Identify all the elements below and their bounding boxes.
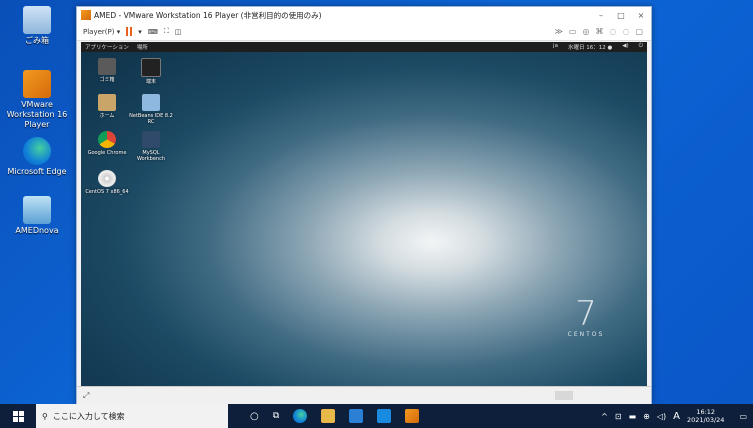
terminal-icon [141,58,161,77]
windows-logo-icon [12,410,24,422]
player-menu-button[interactable]: Player(P) ▾ [83,28,120,36]
desktop-icon-recycle-bin[interactable]: ごみ箱 [2,6,72,46]
recycle-bin-icon [23,6,51,34]
home-folder-icon [98,94,116,111]
battery-icon[interactable]: ▬ [629,412,637,421]
meet-icon[interactable]: ⊡ [615,412,622,421]
vmware-icon [23,70,51,98]
pause-icon[interactable] [126,27,133,36]
guest-icon-netbeans[interactable]: NetBeans IDE 8.2 RC [129,94,173,125]
ime-indicator[interactable]: A [673,411,680,422]
disk-icon[interactable]: ▭ [569,27,577,36]
minimize-button[interactable]: – [591,11,611,20]
desktop-icon-edge[interactable]: Microsoft Edge [2,137,72,177]
desktop-icon-amednova[interactable]: AMEDnova [2,196,72,236]
start-button[interactable] [0,404,36,428]
guest-icon-terminal[interactable]: 端末 [129,58,173,85]
volume-tray-icon[interactable]: ◁) [657,412,666,421]
guest-icon-trash[interactable]: ゴミ箱 [85,58,129,83]
installer-icon [23,196,51,224]
clock-date: 2021/03/24 [686,416,725,424]
send-keys-icon[interactable]: ⌨ [148,28,158,36]
unity-icon[interactable]: ◫ [175,28,182,36]
vmware-statusbar: ⤢ [77,386,651,405]
cortana-icon[interactable]: ○ [250,411,259,422]
taskbar-search[interactable]: ⚲ ここに入力して検索 [36,404,228,428]
mysql-workbench-icon [142,131,160,148]
store-icon[interactable] [349,409,364,423]
status-indicator [555,391,573,400]
desktop-icon-vmware[interactable]: VMware Workstation 16 Player [2,70,72,130]
search-icon: ⚲ [42,411,48,421]
tray-overflow-icon[interactable]: ^ [601,412,608,421]
gnome-top-bar: アプリケーション 場所 ja 水曜日 16：12 ● ◀) ⏻ [81,42,647,52]
mail-icon[interactable] [377,409,392,423]
chrome-icon [98,131,116,148]
guest-icon-chrome[interactable]: Google Chrome [85,131,129,156]
message-icon[interactable]: ▢ [635,27,643,36]
applications-menu[interactable]: アプリケーション [85,43,129,51]
usb-icon[interactable]: ⌘ [595,27,603,36]
guest-icon-home[interactable]: ホーム [85,94,129,119]
dropdown-icon[interactable]: ▾ [138,28,142,36]
explorer-icon[interactable] [321,409,336,423]
netbeans-icon [142,94,160,111]
network-tray-icon[interactable]: ⊕ [643,412,650,421]
window-titlebar[interactable]: AMED - VMware Workstation 16 Player (非営利… [77,7,651,23]
search-placeholder: ここに入力して検索 [52,411,125,421]
clock-time: 16:12 [696,408,716,416]
printer-icon[interactable]: ◌ [622,27,629,36]
disc-icon [98,170,116,187]
guest-desktop[interactable]: アプリケーション 場所 ja 水曜日 16：12 ● ◀) ⏻ ゴミ箱 端末 ホ… [81,42,647,387]
desktop-icon-label: Microsoft Edge [7,167,67,176]
vmware-logo-icon [81,10,91,20]
window-title: AMED - VMware Workstation 16 Player (非営利… [94,10,322,20]
taskbar-clock[interactable]: 16:12 2021/03/24 [687,408,724,424]
close-button[interactable]: × [631,11,651,20]
edge-icon [23,137,51,165]
gnome-clock[interactable]: 水曜日 16：12 ● [568,43,612,51]
desktop-icon-label: VMware Workstation 16 Player [6,100,68,129]
edge-taskbar-icon[interactable] [293,409,308,423]
task-view-icon[interactable]: ⧉ [273,411,279,421]
vmware-taskbar-icon[interactable] [405,409,420,423]
fullscreen-icon[interactable]: ⛶ [164,27,169,36]
power-icon[interactable]: ⏻ [639,43,643,51]
volume-icon[interactable]: ◀) [622,43,628,51]
network-icon[interactable]: ◎ [582,27,589,36]
sound-icon[interactable]: ◌ [609,27,616,36]
desktop-icon-label: AMEDnova [15,226,59,235]
resize-icon[interactable]: ⤢ [83,391,89,401]
trash-icon [98,58,116,75]
guest-icon-mysql[interactable]: MySQL Workbench [129,131,173,162]
centos-branding: 7 CENTOS [567,294,605,338]
maximize-button[interactable]: □ [611,11,631,20]
vmware-toolbar: Player(P) ▾ ▾ ⌨ ⛶ ◫ ≫ ▭ ◎ ⌘ ◌ ◌ ▢ [77,23,651,41]
input-method-indicator[interactable]: ja [553,43,558,51]
forward-icon[interactable]: ≫ [555,27,563,36]
desktop-icon-label: ごみ箱 [25,36,49,45]
vmware-window[interactable]: AMED - VMware Workstation 16 Player (非営利… [76,6,652,406]
places-menu[interactable]: 場所 [137,43,148,51]
guest-icon-centos-media[interactable]: CentOS 7 x86_64 [85,170,129,195]
notification-icon[interactable]: ▭ [739,412,747,421]
taskbar: ⚲ ここに入力して検索 ○ ⧉ ^ ⊡ ▬ ⊕ ◁) A 16:12 2021/… [0,404,753,428]
